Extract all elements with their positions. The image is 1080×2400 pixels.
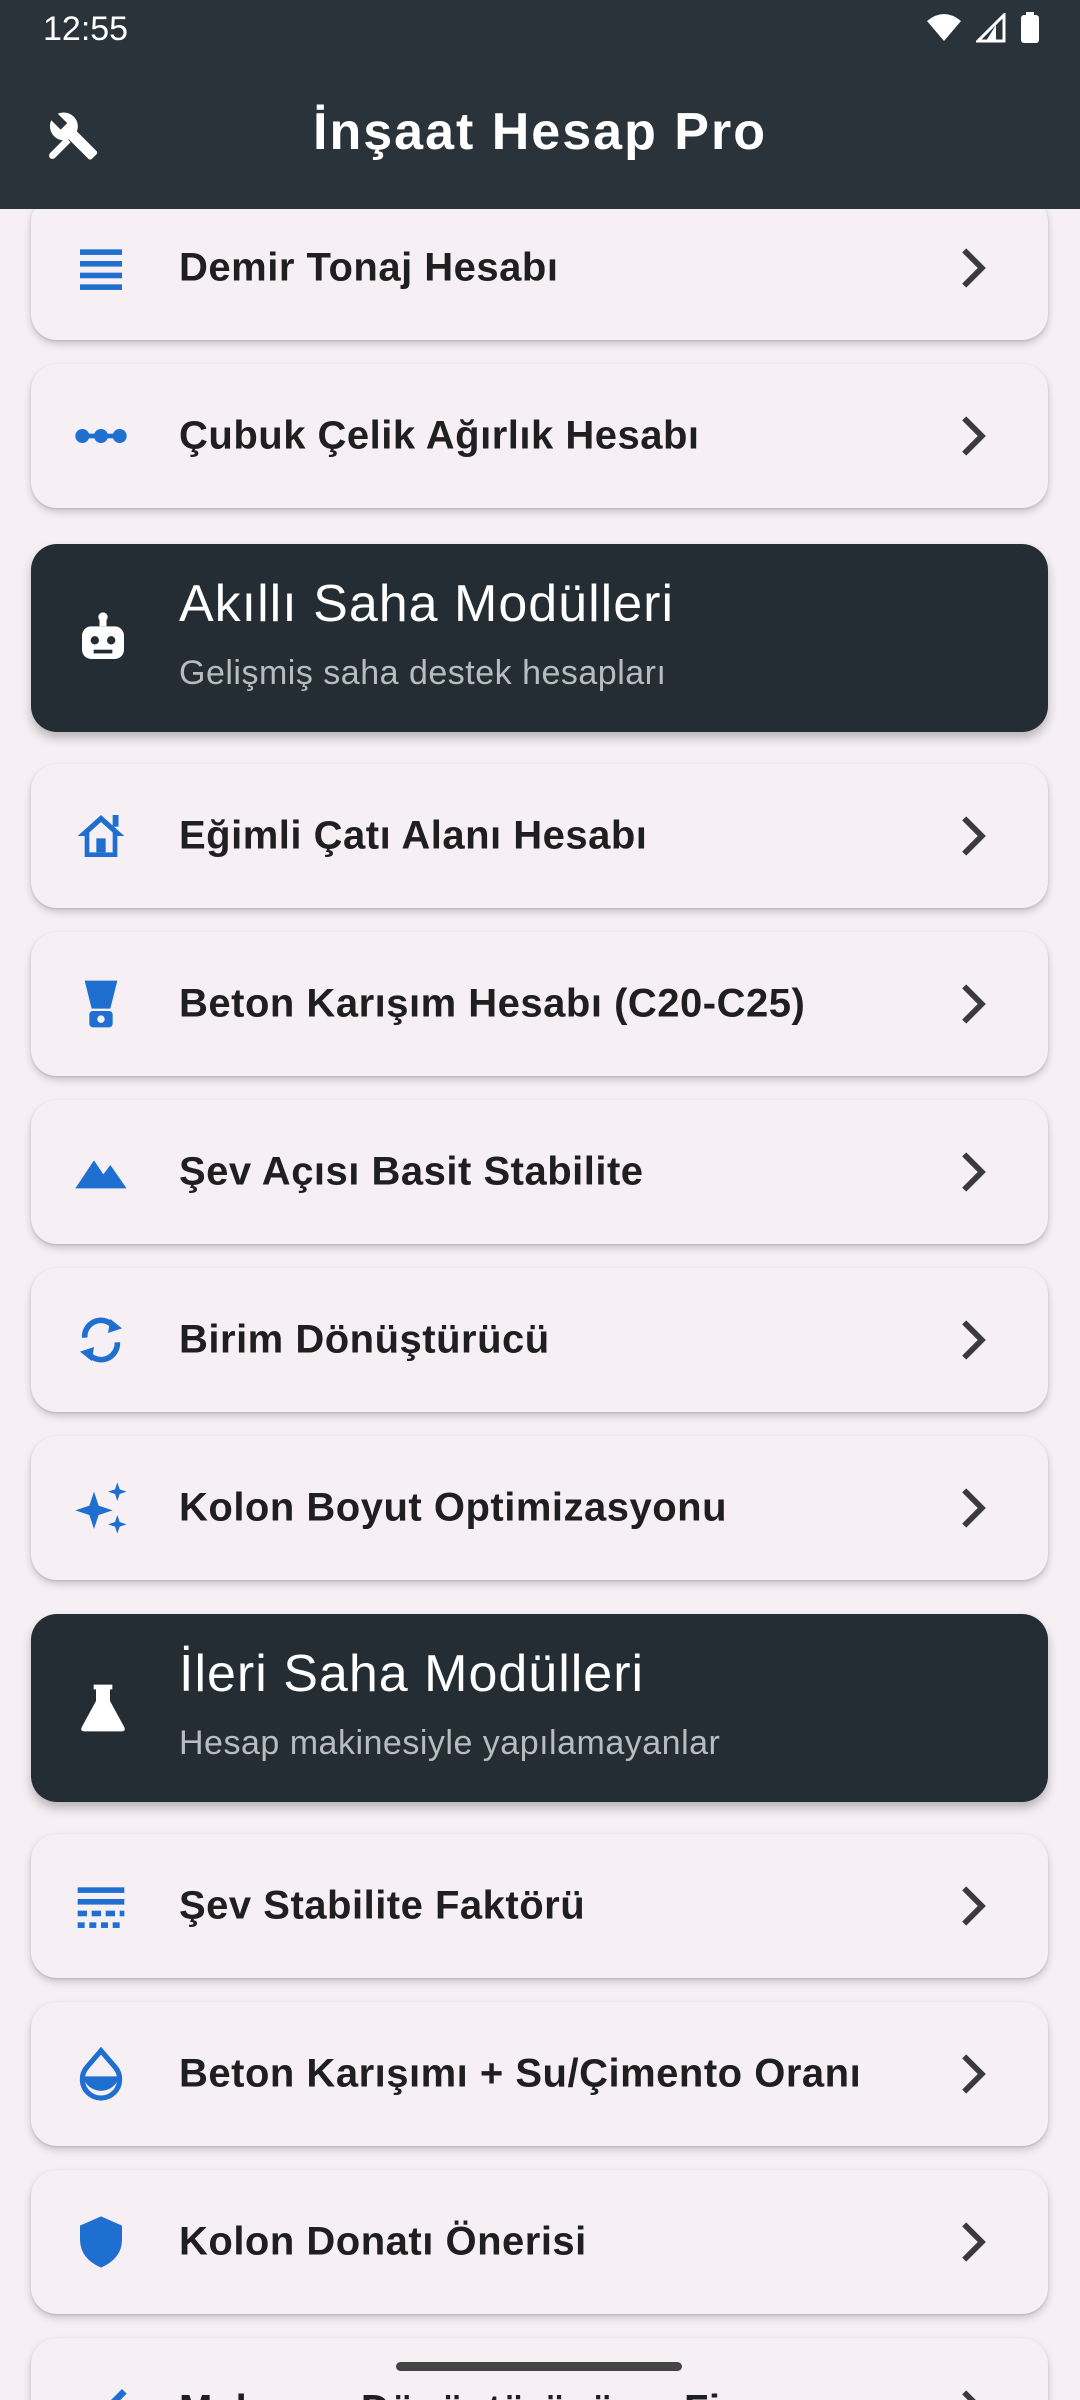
list-item-beton-su-cimento[interactable]: Beton Karışımı + Su/Çimento Oranı bbox=[31, 2002, 1048, 2146]
list-item-sev-acisi[interactable]: Şev Açısı Basit Stabilite bbox=[31, 1100, 1048, 1244]
item-label: Çubuk Çelik Ağırlık Hesabı bbox=[179, 413, 700, 458]
item-label: Demir Tonaj Hesabı bbox=[179, 245, 559, 290]
list-item-sev-stabilite[interactable]: Şev Stabilite Faktörü bbox=[31, 1834, 1048, 1978]
list-lines-icon bbox=[80, 249, 122, 290]
section-title: Akıllı Saha Modülleri bbox=[179, 575, 674, 633]
section-subtitle: Gelişmiş saha destek hesapları bbox=[179, 654, 667, 692]
section-title: İleri Saha Modülleri bbox=[179, 1645, 645, 1703]
chevron-right-icon bbox=[962, 816, 986, 856]
robot-icon bbox=[82, 612, 124, 659]
list-item-birim-donusturucu[interactable]: Birim Dönüştürücü bbox=[31, 1268, 1048, 1412]
item-label: Beton Karışımı + Su/Çimento Oranı bbox=[179, 2051, 862, 2096]
chevron-right-icon bbox=[962, 1320, 986, 1360]
section-subtitle: Hesap makinesiyle yapılamayanlar bbox=[179, 1724, 721, 1762]
chevron-right-icon bbox=[962, 2222, 986, 2262]
toolbar: İnşaat Hesap Pro bbox=[0, 62, 1080, 209]
app-title: İnşaat Hesap Pro bbox=[313, 103, 767, 161]
chevron-right-icon bbox=[962, 416, 986, 456]
list-item-egimli-cati[interactable]: Eğimli Çatı Alanı Hesabı bbox=[31, 764, 1048, 908]
item-label: Beton Karışım Hesabı (C20-C25) bbox=[179, 981, 806, 1026]
list-item-kolon-boyut[interactable]: Kolon Boyut Optimizasyonu bbox=[31, 1436, 1048, 1580]
chevron-right-icon bbox=[962, 2054, 986, 2094]
list-item-cubuk-celik[interactable]: Çubuk Çelik Ağırlık Hesabı bbox=[31, 364, 1048, 508]
chevron-right-icon bbox=[962, 248, 986, 288]
wifi-icon bbox=[927, 14, 961, 41]
app-bar: 12:55 İnşaat Hesap Pro bbox=[0, 0, 1080, 209]
list-item-beton-karisim[interactable]: Beton Karışım Hesabı (C20-C25) bbox=[31, 932, 1048, 1076]
section-header-akilli: Akıllı Saha Modülleri Gelişmiş saha dest… bbox=[31, 544, 1048, 732]
sync-icon bbox=[80, 1317, 122, 1363]
item-label: Şev Stabilite Faktörü bbox=[179, 1883, 586, 1928]
section-header-ileri: İleri Saha Modülleri Hesap makinesiyle y… bbox=[31, 1614, 1048, 1802]
item-label: Malzeme Dönüştürücü ve Fi... bbox=[179, 2388, 755, 2400]
status-bar: 12:55 bbox=[0, 0, 1080, 62]
blender-icon bbox=[84, 980, 118, 1028]
battery-icon bbox=[1021, 12, 1039, 43]
system-icons bbox=[926, 12, 1040, 44]
ruler-icon bbox=[111, 2389, 127, 2400]
signal-icon bbox=[976, 13, 1006, 43]
grid-layers-icon bbox=[77, 1887, 125, 1928]
status-time: 12:55 bbox=[43, 10, 129, 48]
item-label: Kolon Donatı Önerisi bbox=[179, 2219, 587, 2264]
list-item-demir-tonaj[interactable]: Demir Tonaj Hesabı bbox=[31, 209, 1048, 340]
chevron-right-icon bbox=[962, 1886, 986, 1926]
dots-line-icon bbox=[75, 429, 127, 443]
flask-icon bbox=[81, 1684, 125, 1732]
item-label: Eğimli Çatı Alanı Hesabı bbox=[179, 813, 648, 858]
chevron-right-icon bbox=[962, 1152, 986, 1192]
roof-home-icon bbox=[77, 815, 125, 857]
list-item-kolon-donati[interactable]: Kolon Donatı Önerisi bbox=[31, 2170, 1048, 2314]
chevron-right-icon bbox=[962, 984, 986, 1024]
item-label: Kolon Boyut Optimizasyonu bbox=[179, 1485, 728, 1530]
shield-icon bbox=[80, 2216, 122, 2268]
item-label: Birim Dönüştürücü bbox=[179, 1317, 550, 1362]
sparkle-icon bbox=[75, 1482, 127, 1534]
mountain-icon bbox=[75, 1160, 127, 1189]
home-indicator[interactable] bbox=[396, 2362, 682, 2371]
module-list[interactable]: Demir Tonaj Hesabı Çubuk Çelik Ağırlık H… bbox=[0, 209, 1080, 2400]
chevron-right-icon bbox=[962, 1488, 986, 1528]
item-label: Şev Açısı Basit Stabilite bbox=[179, 1149, 644, 1194]
chevron-right-icon bbox=[962, 2390, 976, 2400]
water-drop-icon bbox=[79, 2046, 123, 2101]
